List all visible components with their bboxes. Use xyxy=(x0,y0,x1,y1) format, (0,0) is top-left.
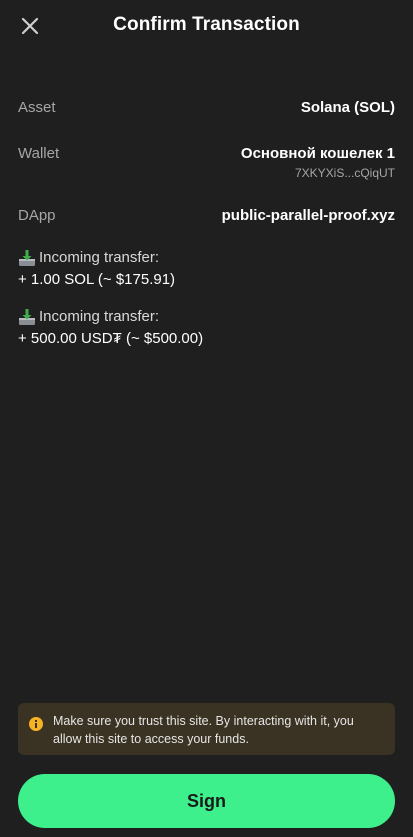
transfer-label: Incoming transfer: xyxy=(39,249,160,266)
dapp-value: public-parallel-proof.xyz xyxy=(221,207,395,224)
transfer-amount: + 1.00 SOL (~ $175.91) xyxy=(18,271,176,288)
asset-label: Asset xyxy=(18,99,56,116)
asset-row: Asset Solana (SOL) xyxy=(18,99,395,116)
header: Confirm Transaction xyxy=(0,0,413,50)
transfer-heading: Incoming transfer: xyxy=(18,247,175,269)
warning-text: Make sure you trust this site. By intera… xyxy=(53,714,354,746)
transfer-item: Incoming transfer: + 500.00 USD₮ (~ $500… xyxy=(18,306,203,350)
wallet-name: Основной кошелек 1 xyxy=(240,145,395,162)
wallet-label: Wallet xyxy=(18,145,60,162)
wallet-address: 7XKYXiS...cQiqUT xyxy=(294,166,395,180)
asset-value: Solana (SOL) xyxy=(300,99,395,116)
page-title: Confirm Transaction xyxy=(113,14,300,35)
warning-banner: Make sure you trust this site. By intera… xyxy=(18,703,395,755)
sign-button[interactable]: Sign xyxy=(18,774,395,828)
transfer-label: Incoming transfer: xyxy=(39,308,160,325)
info-icon xyxy=(29,717,43,731)
download-tray-icon xyxy=(19,250,35,266)
transfer-item: Incoming transfer: + 1.00 SOL (~ $175.91… xyxy=(18,247,175,291)
wallet-value: Основной кошелек 1 7XKYXiS...cQiqUT xyxy=(241,145,395,180)
dapp-label: DApp xyxy=(18,207,56,224)
wallet-row: Wallet Основной кошелек 1 7XKYXiS...cQiq… xyxy=(18,145,395,180)
transfer-heading: Incoming transfer: xyxy=(18,306,203,328)
download-tray-icon xyxy=(19,309,35,325)
transfer-amount: + 500.00 USD₮ (~ $500.00) xyxy=(18,330,204,347)
dapp-row: DApp public-parallel-proof.xyz xyxy=(18,207,395,224)
